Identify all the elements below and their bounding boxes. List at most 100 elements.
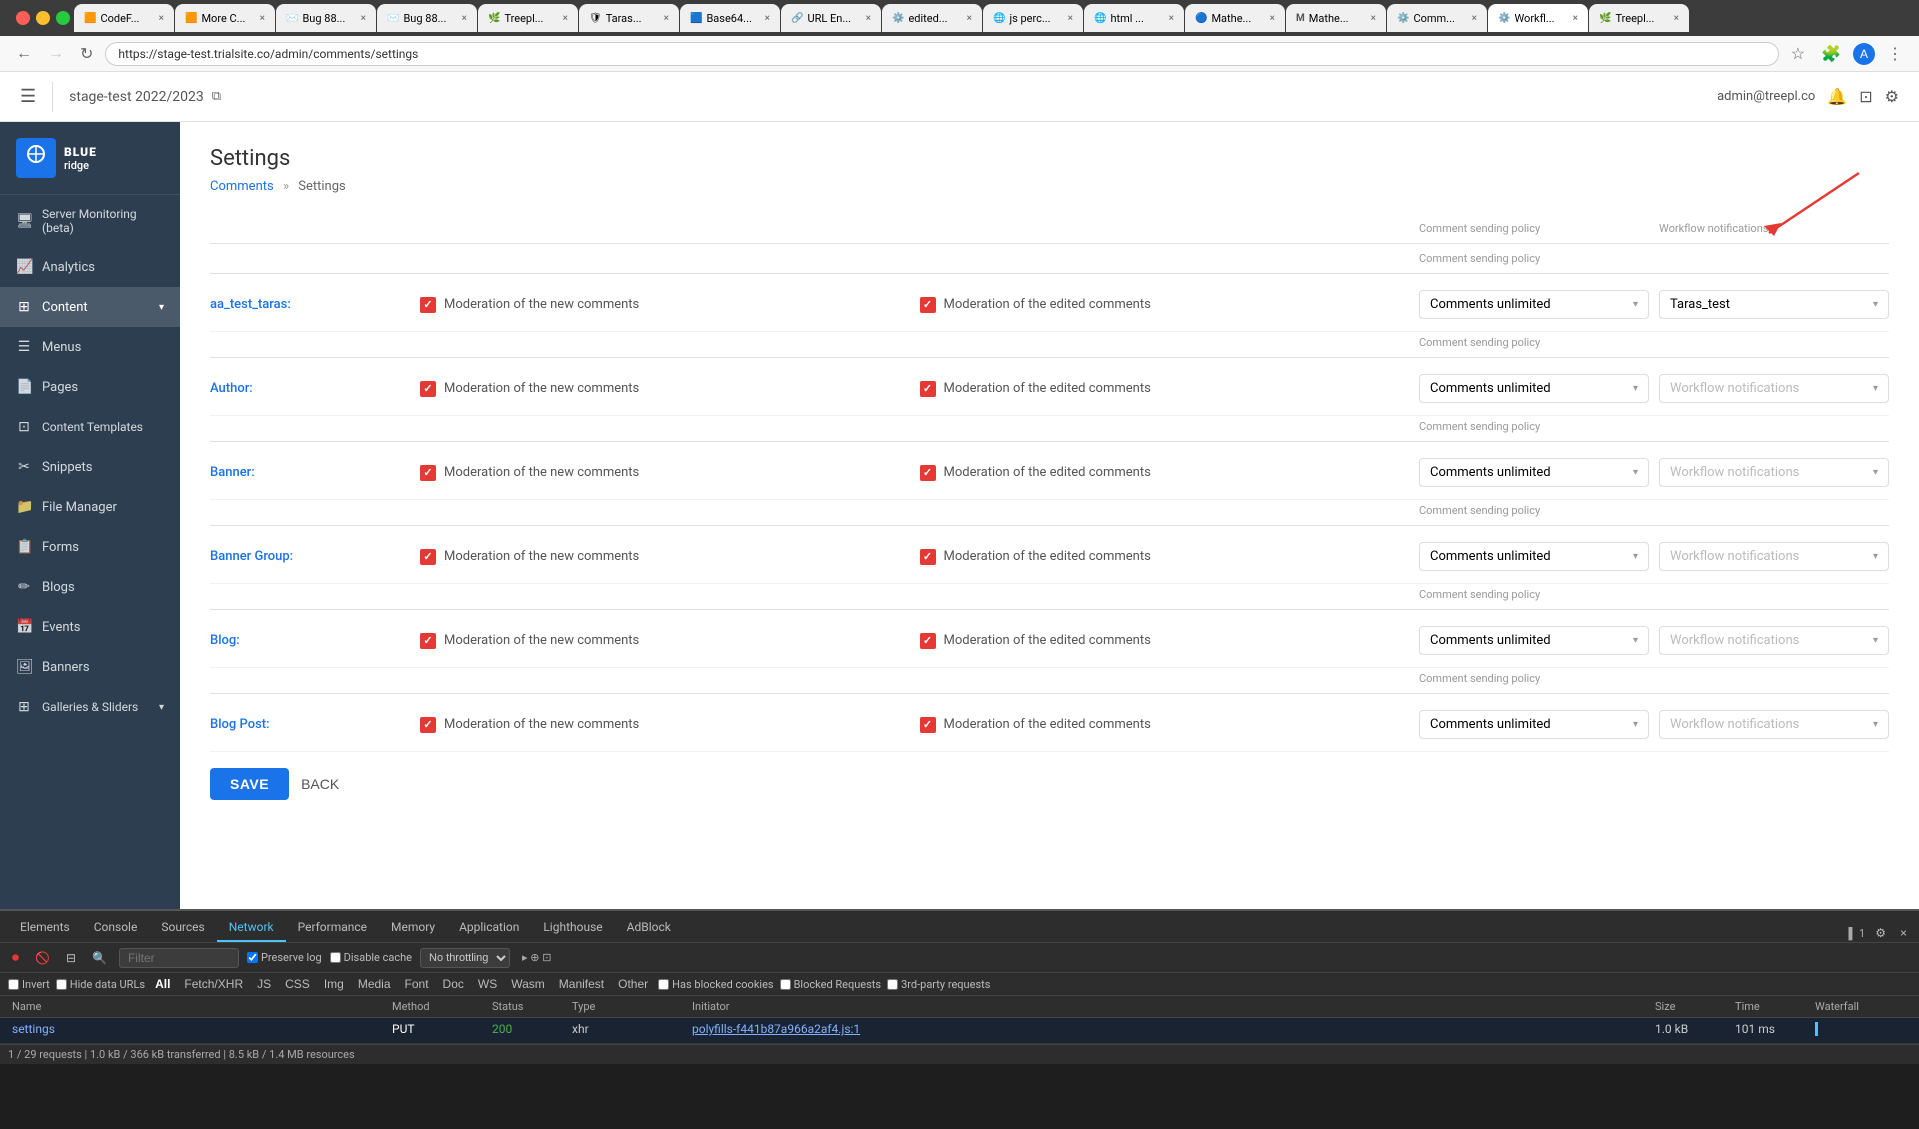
breadcrumb-link[interactable]: Comments [210, 179, 274, 194]
save-button[interactable]: SAVE [210, 768, 289, 800]
profile-button[interactable]: A [1853, 43, 1875, 65]
filter-all-btn[interactable]: All [151, 975, 174, 993]
row-3-workflow-dropdown[interactable]: Workflow notifications ▾ [1659, 542, 1889, 571]
reload-button[interactable]: ↻ [76, 42, 97, 66]
devtools-network-row[interactable]: settings PUT 200 xhr polyfills-f441b87a9… [0, 1018, 1919, 1044]
hamburger-button[interactable]: ☰ [20, 86, 36, 107]
browser-tab[interactable]: ✉️Bug 88...× [276, 4, 376, 32]
browser-tab[interactable]: MMathe...× [1286, 4, 1386, 32]
devtools-filter-input[interactable] [119, 948, 239, 968]
throttle-select[interactable]: No throttling [420, 948, 510, 968]
sidebar-item-events[interactable]: 📅 Events [0, 607, 180, 647]
browser-tab[interactable]: ⚙️Comm...× [1387, 4, 1487, 32]
col-size[interactable]: Size [1651, 998, 1731, 1015]
notification-button[interactable]: 🔔 [1827, 87, 1847, 107]
sidebar-item-banners[interactable]: 🖼 Banners [0, 647, 180, 687]
sidebar-item-forms[interactable]: 📋 Forms [0, 527, 180, 567]
browser-tab[interactable]: 🌐html ...× [1084, 4, 1184, 32]
devtools-tab-performance[interactable]: Performance [286, 914, 379, 942]
site-link-icon[interactable]: ⧉ [212, 89, 221, 104]
sidebar-item-snippets[interactable]: ✂ Snippets [0, 447, 180, 487]
address-bar[interactable]: https://stage-test.trialsite.co/admin/co… [105, 42, 1778, 66]
browser-tab[interactable]: 🔗URL En...× [781, 4, 881, 32]
sidebar-item-content[interactable]: ⊞ Content ▾ [0, 287, 180, 327]
devtools-record-btn[interactable]: ⏺ [8, 947, 23, 968]
window-maximize-btn[interactable] [56, 11, 70, 25]
devtools-tab-application[interactable]: Application [447, 914, 531, 942]
devtools-search-btn[interactable]: 🔍 [88, 949, 111, 967]
sidebar-item-pages[interactable]: 📄 Pages [0, 367, 180, 407]
filter-wasm-btn[interactable]: Wasm [507, 975, 549, 993]
blocked-cookies-checkbox[interactable] [658, 979, 669, 990]
filter-manifest-btn[interactable]: Manifest [555, 975, 608, 993]
row-1-checkbox-new[interactable] [420, 381, 436, 397]
row-5-checkbox-edited[interactable] [920, 717, 936, 733]
extensions-button[interactable]: 🧩 [1817, 42, 1845, 66]
row-2-checkbox-edited[interactable] [920, 465, 936, 481]
row-3-policy-dropdown[interactable]: Comments unlimited ▾ [1419, 542, 1649, 571]
row-3-checkbox-new[interactable] [420, 549, 436, 565]
row-0-checkbox-edited[interactable] [920, 297, 936, 313]
forward-button[interactable]: → [44, 43, 68, 65]
row-2-policy-dropdown[interactable]: Comments unlimited ▾ [1419, 458, 1649, 487]
devtools-tab-memory[interactable]: Memory [379, 914, 447, 942]
devtools-tab-network[interactable]: Network [217, 914, 286, 942]
browser-tab[interactable]: ⚙️edited...× [882, 4, 982, 32]
filter-doc-btn[interactable]: Doc [439, 975, 468, 993]
col-method[interactable]: Method [388, 998, 488, 1015]
row-4-checkbox-edited[interactable] [920, 633, 936, 649]
row-5-checkbox-new[interactable] [420, 717, 436, 733]
row-0-policy-dropdown[interactable]: Comments unlimited ▾ [1419, 290, 1649, 319]
browser-tab-active[interactable]: ⚙️Workfl...× [1488, 4, 1588, 32]
col-time[interactable]: Time [1731, 998, 1811, 1015]
col-status[interactable]: Status [488, 998, 568, 1015]
browser-tab[interactable]: 🌿Treepl...× [1589, 4, 1689, 32]
col-type[interactable]: Type [568, 998, 688, 1015]
filter-js-btn[interactable]: JS [253, 975, 275, 993]
filter-css-btn[interactable]: CSS [281, 975, 314, 993]
browser-tab[interactable]: ✉️Bug 88...× [377, 4, 477, 32]
row-5-policy-dropdown[interactable]: Comments unlimited ▾ [1419, 710, 1649, 739]
sidebar-item-analytics[interactable]: 📈 Analytics [0, 247, 180, 287]
filter-fetch-btn[interactable]: Fetch/XHR [180, 975, 247, 993]
row-5-workflow-dropdown[interactable]: Workflow notifications ▾ [1659, 710, 1889, 739]
devtools-filter-btn[interactable]: ⊟ [62, 949, 80, 967]
row-0-checkbox-new[interactable] [420, 297, 436, 313]
filter-font-btn[interactable]: Font [401, 975, 433, 993]
sidebar-item-galleries[interactable]: ⊞ Galleries & Sliders ▾ [0, 687, 180, 727]
devtools-tab-console[interactable]: Console [82, 914, 150, 942]
devtools-settings-btn[interactable]: ⚙ [1871, 924, 1890, 942]
devtools-tab-elements[interactable]: Elements [8, 914, 82, 942]
sidebar-item-menus[interactable]: ☰ Menus [0, 327, 180, 367]
monitor-button[interactable]: ⊡ [1859, 87, 1872, 107]
window-minimize-btn[interactable] [36, 11, 50, 25]
filter-media-btn[interactable]: Media [354, 975, 395, 993]
devtools-tab-adblock[interactable]: AdBlock [615, 914, 683, 942]
filter-ws-btn[interactable]: WS [474, 975, 501, 993]
row-1-checkbox-edited[interactable] [920, 381, 936, 397]
back-button[interactable]: ← [12, 43, 36, 65]
devtools-close-btn[interactable]: × [1896, 924, 1911, 942]
window-close-btn[interactable] [16, 11, 30, 25]
browser-tab[interactable]: 🟧CodeF...× [74, 4, 174, 32]
row-4-workflow-dropdown[interactable]: Workflow notifications ▾ [1659, 626, 1889, 655]
devtools-tab-sources[interactable]: Sources [149, 914, 216, 942]
row-0-workflow-dropdown[interactable]: Taras_test ▾ [1659, 290, 1889, 319]
col-name[interactable]: Name [8, 998, 388, 1015]
row-4-policy-dropdown[interactable]: Comments unlimited ▾ [1419, 626, 1649, 655]
sidebar-item-content-templates[interactable]: ⊡ Content Templates [0, 407, 180, 447]
browser-tab[interactable]: 🟧More C...× [175, 4, 275, 32]
browser-tab[interactable]: 🌐js perc...× [983, 4, 1083, 32]
row-4-checkbox-new[interactable] [420, 633, 436, 649]
menu-button[interactable]: ⋮ [1883, 42, 1907, 66]
preserve-log-checkbox[interactable] [247, 952, 258, 963]
hide-data-urls-checkbox[interactable] [56, 979, 67, 990]
row-1-policy-dropdown[interactable]: Comments unlimited ▾ [1419, 374, 1649, 403]
sidebar-item-file-manager[interactable]: 📁 File Manager [0, 487, 180, 527]
third-party-checkbox[interactable] [887, 979, 898, 990]
sidebar-item-server[interactable]: 🖥 Server Monitoring (beta) [0, 195, 180, 247]
row-1-workflow-dropdown[interactable]: Workflow notifications ▾ [1659, 374, 1889, 403]
row-2-checkbox-new[interactable] [420, 465, 436, 481]
devtools-clear-btn[interactable]: 🚫 [31, 949, 54, 967]
col-waterfall[interactable]: Waterfall [1811, 998, 1911, 1015]
